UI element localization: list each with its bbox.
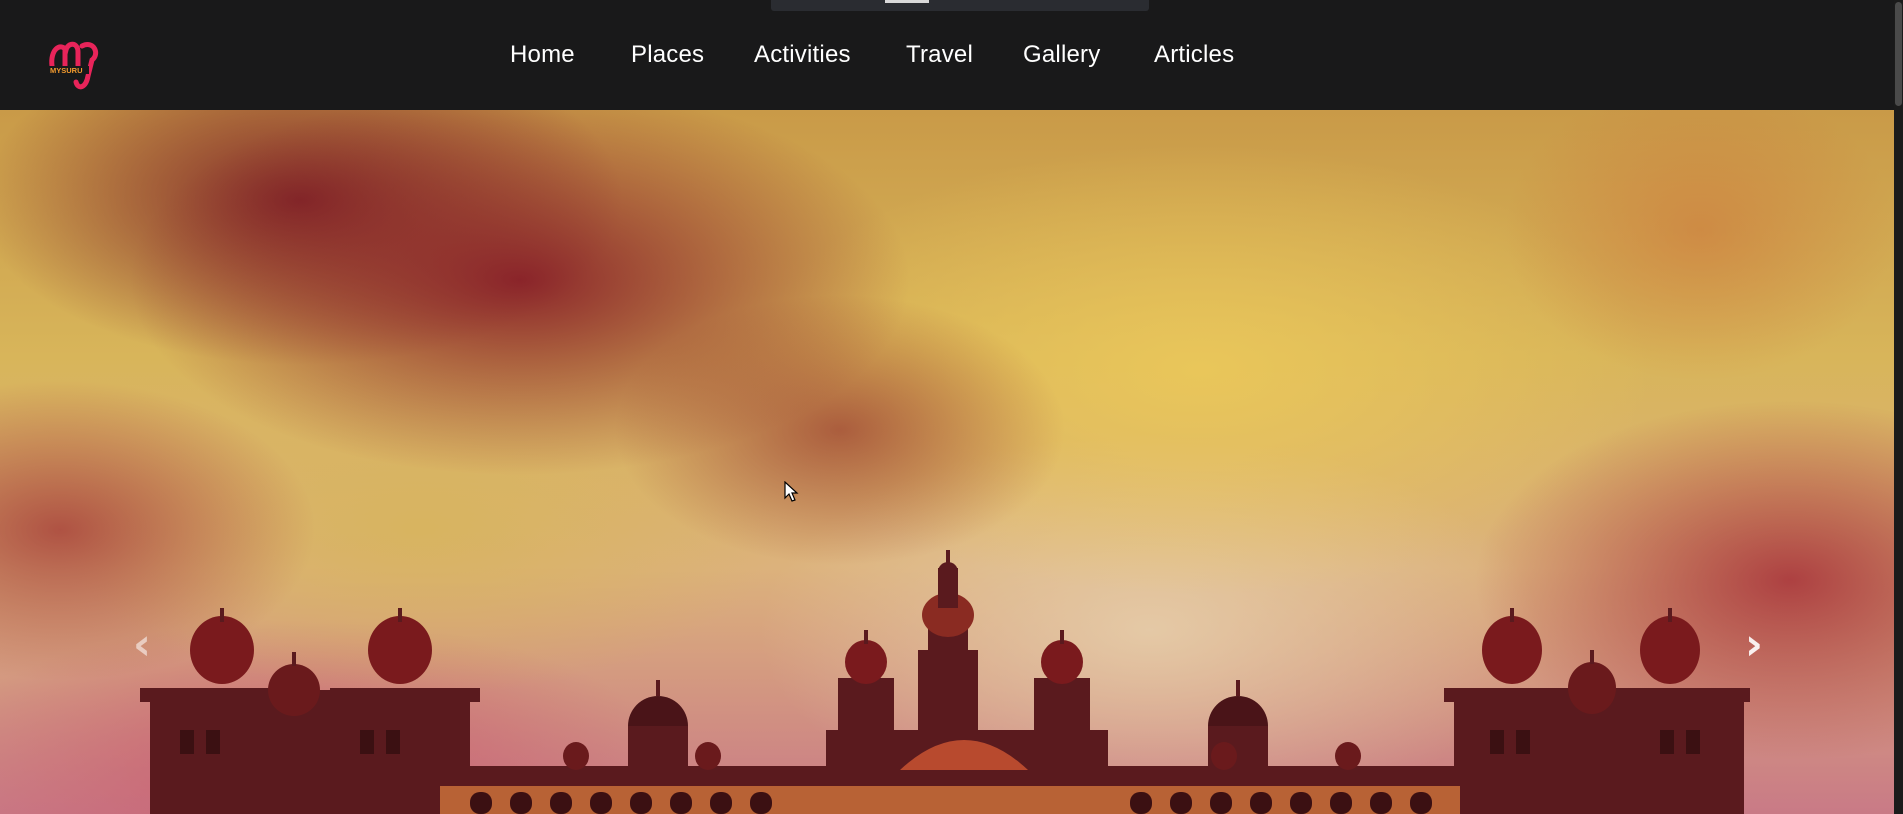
tab-handle[interactable]	[885, 0, 929, 3]
chevron-right-icon[interactable]: ›	[1734, 620, 1774, 670]
browser-tab-sliver[interactable]	[771, 0, 1149, 11]
nav-gallery[interactable]: Gallery	[1023, 41, 1100, 69]
navbar: MYSURU Home Places Activities Travel Gal…	[0, 0, 1903, 110]
nav-articles[interactable]: Articles	[1154, 41, 1234, 69]
page: MYSURU Home Places Activities Travel Gal…	[0, 0, 1903, 814]
mouse-cursor-icon	[784, 481, 799, 502]
nav-home[interactable]: Home	[510, 41, 575, 69]
nav-activities[interactable]: Activities	[754, 41, 851, 69]
palace-image	[140, 550, 1750, 814]
chevron-left-icon[interactable]: ‹	[122, 620, 162, 670]
page-scrollbar[interactable]	[1894, 0, 1903, 814]
scrollbar-thumb[interactable]	[1895, 2, 1902, 106]
hero-carousel: ‹ ›	[0, 110, 1894, 814]
nav-places[interactable]: Places	[631, 41, 704, 69]
main-nav: Home Places Activities Travel Gallery Ar…	[0, 0, 1903, 110]
nav-travel[interactable]: Travel	[906, 41, 973, 69]
